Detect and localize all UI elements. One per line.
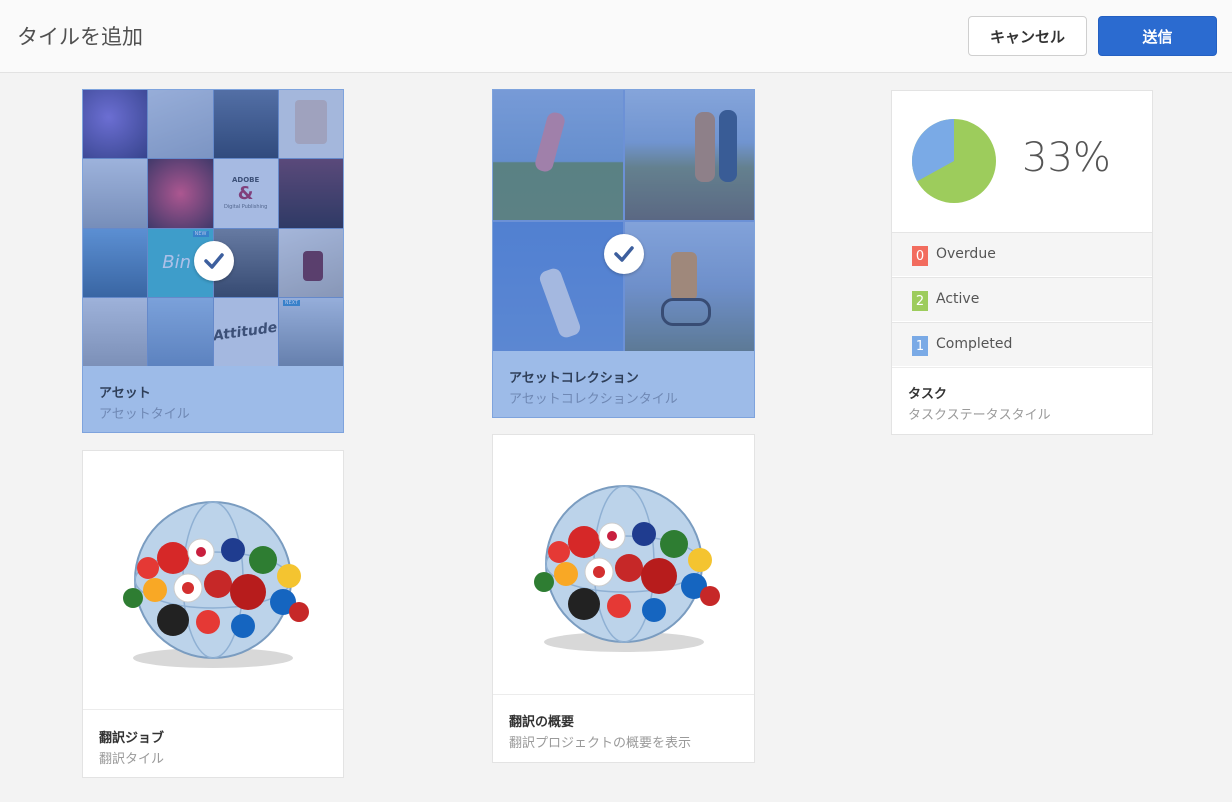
globe-flags-image [83, 451, 343, 709]
overdue-count-badge: 0 [912, 246, 928, 266]
digital-publishing-label: Digital Publishing [223, 204, 268, 211]
task-row-overdue: 0 Overdue [892, 232, 1152, 276]
tile-task-meta: タスク タスクステータスタイル [908, 383, 1051, 423]
asset-thumbnail: ADOBE & Digital Publishing Bin NEW Attit… [83, 90, 343, 366]
tile-asset-collection-title: アセットコレクション [509, 371, 639, 386]
tile-task-title: タスク [908, 387, 948, 402]
tile-task-subtitle: タスクステータスタイル [908, 408, 1051, 423]
header-bar: タイルを追加 キャンセル 送信 [0, 0, 1232, 73]
submit-button[interactable]: 送信 [1098, 16, 1217, 56]
tile-translation-job[interactable]: 翻訳ジョブ 翻訳タイル [82, 450, 344, 778]
completed-count-badge: 1 [912, 336, 928, 356]
completed-label: Completed [936, 336, 1013, 352]
tile-translation-job-subtitle: 翻訳タイル [99, 752, 165, 767]
bin-text: Bin [162, 252, 192, 274]
task-row-active: 2 Active [892, 277, 1152, 321]
tile-asset[interactable]: ADOBE & Digital Publishing Bin NEW Attit… [82, 89, 344, 433]
overdue-label: Overdue [936, 246, 996, 262]
tile-task[interactable]: 33% 0 Overdue 2 Active 1 Completed タスク タ… [891, 90, 1153, 435]
page-title: タイルを追加 [17, 25, 143, 49]
tile-translation-summary[interactable]: 翻訳の概要 翻訳プロジェクトの概要を表示 [492, 434, 755, 763]
task-row-completed: 1 Completed [892, 322, 1152, 366]
cancel-button[interactable]: キャンセル [968, 16, 1087, 56]
tile-asset-collection-meta: アセットコレクション アセットコレクションタイル [509, 367, 678, 407]
tile-translation-job-title: 翻訳ジョブ [99, 731, 165, 746]
task-pie-chart [912, 119, 996, 203]
tile-asset-collection[interactable]: アセットコレクション アセットコレクションタイル [492, 89, 755, 418]
tile-asset-title: アセット [99, 386, 151, 401]
attitude-text: Attitude [213, 319, 278, 345]
tile-translation-summary-title: 翻訳の概要 [509, 715, 575, 730]
tile-translation-job-meta: 翻訳ジョブ 翻訳タイル [99, 727, 164, 767]
globe-flags-image [493, 435, 754, 693]
task-percent: 33% [1022, 135, 1111, 181]
tile-asset-collection-subtitle: アセットコレクションタイル [509, 392, 678, 407]
selected-check-icon [604, 234, 644, 274]
tile-asset-subtitle: アセットタイル [99, 407, 190, 422]
new-tag: NEW [192, 230, 209, 237]
next-tag: NEXT [282, 299, 301, 306]
asset-collection-thumbnail [493, 90, 754, 351]
task-summary: 33% [892, 91, 1152, 231]
active-label: Active [936, 291, 980, 307]
active-count-badge: 2 [912, 291, 928, 311]
tile-asset-meta: アセット アセットタイル [99, 382, 190, 422]
tile-translation-summary-subtitle: 翻訳プロジェクトの概要を表示 [509, 736, 692, 751]
selected-check-icon [194, 241, 234, 281]
tile-translation-summary-meta: 翻訳の概要 翻訳プロジェクトの概要を表示 [509, 711, 691, 751]
